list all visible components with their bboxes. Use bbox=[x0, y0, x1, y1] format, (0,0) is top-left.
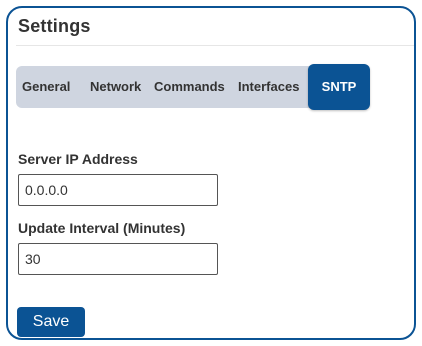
tab-interfaces[interactable]: Interfaces bbox=[238, 66, 299, 108]
settings-panel: Settings General Network Commands Interf… bbox=[6, 6, 416, 340]
update-interval-label: Update Interval (Minutes) bbox=[18, 220, 186, 236]
tab-network[interactable]: Network bbox=[90, 66, 141, 108]
update-interval-input[interactable] bbox=[18, 243, 218, 275]
tab-bar: General Network Commands Interfaces SNTP bbox=[16, 64, 370, 110]
tab-commands[interactable]: Commands bbox=[154, 66, 225, 108]
tab-general[interactable]: General bbox=[22, 66, 70, 108]
tab-sntp[interactable]: SNTP bbox=[308, 64, 370, 110]
panel-title: Settings bbox=[18, 16, 91, 36]
server-ip-input[interactable] bbox=[18, 174, 218, 206]
save-button[interactable]: Save bbox=[17, 307, 85, 337]
server-ip-label: Server IP Address bbox=[18, 151, 138, 167]
title-divider bbox=[16, 45, 414, 46]
